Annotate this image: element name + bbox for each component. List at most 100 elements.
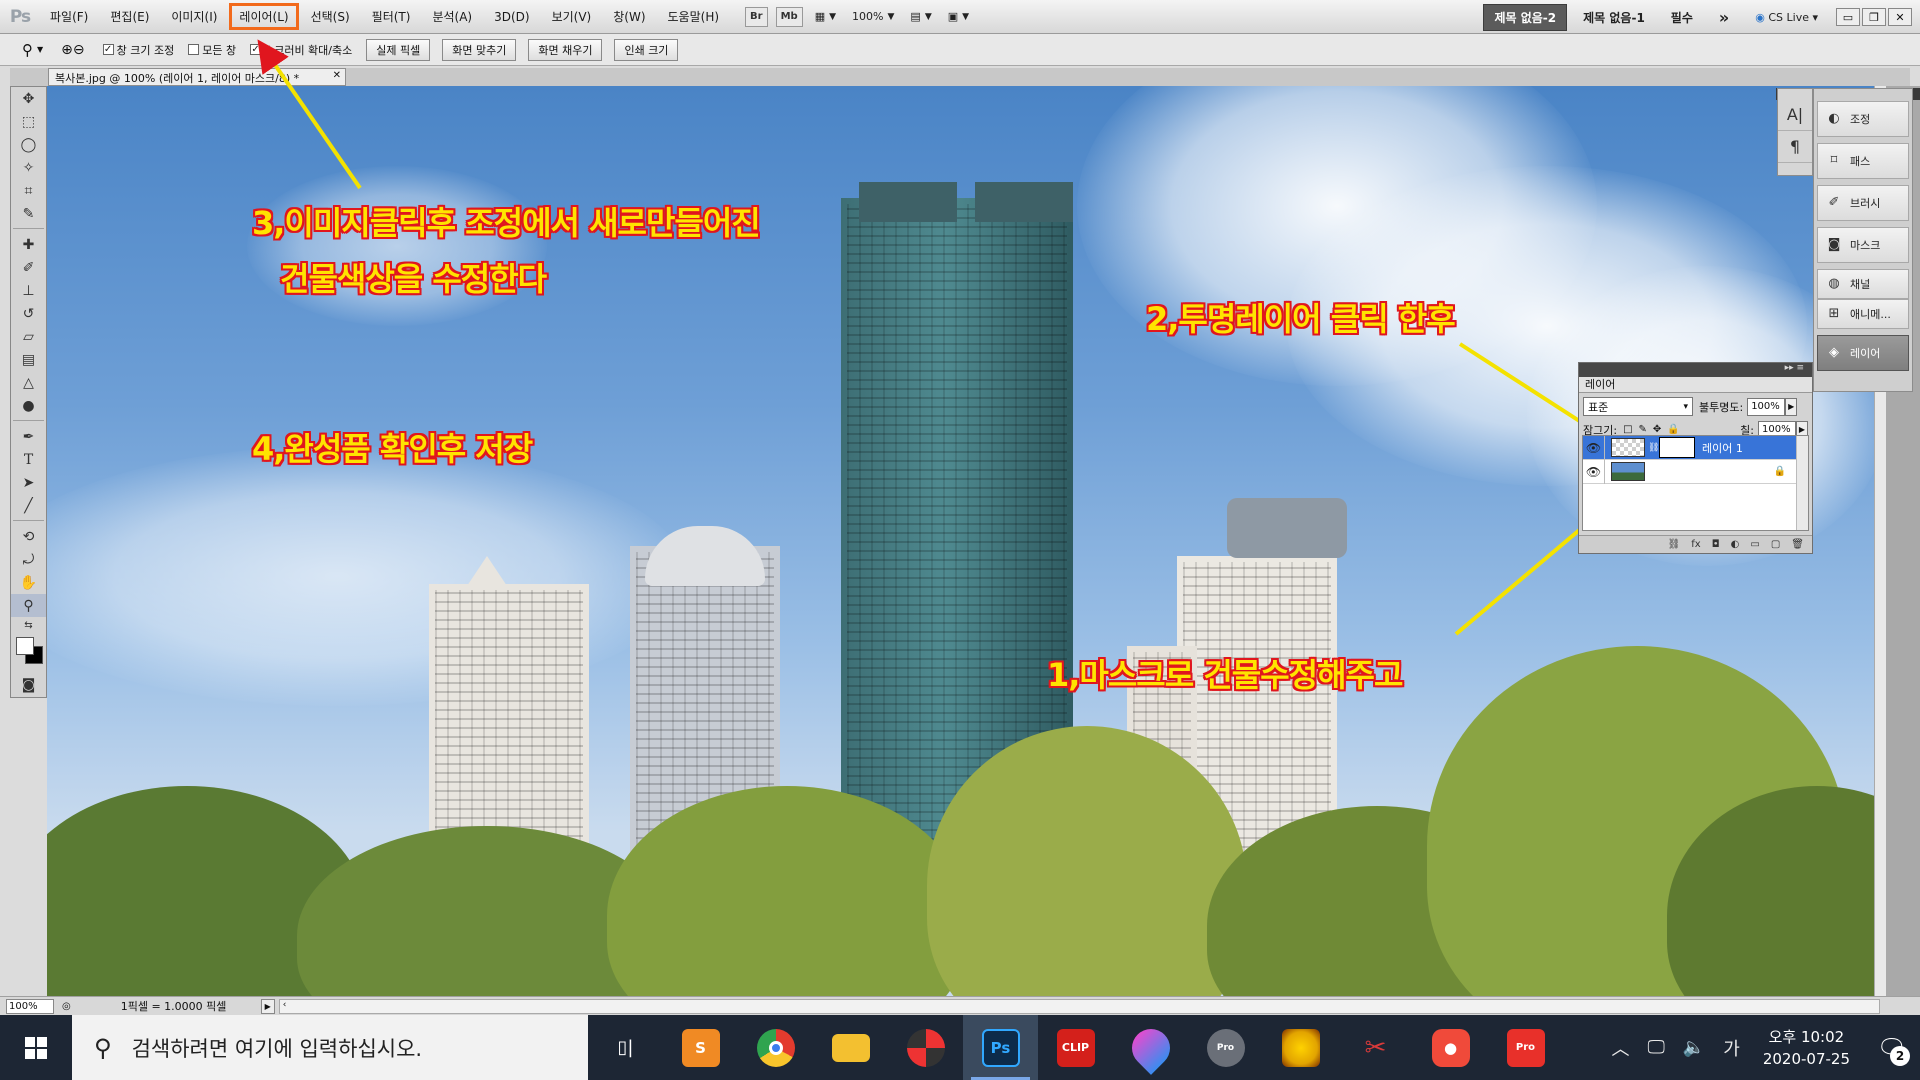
task-view-button[interactable]: ▯|	[588, 1015, 663, 1080]
menu-window[interactable]: 창(W)	[603, 3, 655, 30]
link-layers-icon[interactable]: ⛓	[1668, 539, 1681, 550]
zoom-in-icon[interactable]: ⊕	[61, 42, 73, 58]
scrubby-zoom-checkbox[interactable]: ✓ 스크러비 확대/축소	[250, 42, 352, 58]
taskbar-app-scissors[interactable]: ✂	[1338, 1015, 1413, 1080]
checkbox-checked[interactable]: ✓	[102, 44, 114, 55]
marquee-tool-icon[interactable]: ⬚	[11, 110, 46, 133]
dock-layers[interactable]: ◈ 레이어	[1817, 335, 1909, 371]
layer-mask-thumbnail[interactable]	[1659, 437, 1695, 458]
taskbar-app-photoscape[interactable]	[888, 1015, 963, 1080]
menu-view[interactable]: 보기(V)	[542, 3, 602, 30]
link-icon[interactable]: ⛓	[1648, 443, 1659, 453]
taskbar-app-drop[interactable]	[1113, 1015, 1188, 1080]
blend-mode-select[interactable]: 표준 ▾	[1583, 397, 1693, 416]
color-swatches[interactable]	[11, 633, 46, 673]
dock-brush[interactable]: ✐ 브러시	[1817, 185, 1909, 221]
menu-select[interactable]: 선택(S)	[301, 3, 360, 30]
new-group-icon[interactable]: ▭	[1750, 539, 1759, 550]
3d-orbit-tool-icon[interactable]: ⤾	[11, 548, 46, 571]
horizontal-scrollbar[interactable]: ‹	[278, 998, 1880, 1014]
eraser-tool-icon[interactable]: ▱	[11, 325, 46, 348]
ime-indicator[interactable]: 가	[1723, 1035, 1740, 1061]
dock-adjustments[interactable]: ◐ 조정	[1817, 101, 1909, 137]
history-brush-tool-icon[interactable]: ↺	[11, 302, 46, 325]
line-tool-icon[interactable]: ╱	[11, 494, 46, 517]
cs-live-button[interactable]: ◉ CS Live ▾	[1745, 7, 1828, 28]
workspace-untitled-2[interactable]: 제목 없음-2	[1483, 3, 1568, 31]
collapse-icon[interactable]: ▸▸ ≡	[1785, 363, 1804, 373]
action-center-button[interactable]: 🗨 2	[1864, 1015, 1920, 1080]
chevron-up-icon[interactable]: ︿	[1611, 1035, 1629, 1061]
foreground-color-swatch[interactable]	[16, 637, 34, 655]
screen-mode-dropdown[interactable]: ▣ ▼	[948, 10, 969, 23]
type-tool-icon[interactable]: T	[11, 448, 46, 471]
minimize-button[interactable]: ▭	[1836, 8, 1860, 26]
taskbar-app-clip[interactable]: CLIP	[1038, 1015, 1113, 1080]
workspace-untitled-1[interactable]: 제목 없음-1	[1573, 5, 1655, 30]
brush-tool-icon[interactable]: ✐	[11, 256, 46, 279]
swap-colors-icon[interactable]: ⇆	[11, 617, 46, 633]
dock-channels[interactable]: ◍ 채널	[1817, 269, 1909, 299]
fit-screen-button[interactable]: 화면 맞추기	[442, 38, 517, 61]
document-tab[interactable]: 복사본.jpg @ 100% (레이어 1, 레이어 마스크/8) * ✕	[48, 68, 346, 86]
close-tab-icon[interactable]: ✕	[333, 70, 341, 81]
hand-tool-icon[interactable]: ✋	[11, 571, 46, 594]
gradient-tool-icon[interactable]: ▤	[11, 348, 46, 371]
fill-screen-button[interactable]: 화면 채우기	[528, 38, 603, 61]
character-panel-icon[interactable]: A|	[1778, 99, 1812, 131]
taskbar-app-burst[interactable]	[1263, 1015, 1338, 1080]
restore-button[interactable]: ❐	[1862, 8, 1886, 26]
bridge-button[interactable]: Br	[745, 6, 768, 27]
layer-list-scrollbar[interactable]	[1796, 436, 1808, 530]
menu-image[interactable]: 이미지(I)	[161, 3, 227, 30]
menu-edit[interactable]: 편집(E)	[100, 3, 159, 30]
zoom-tool-icon[interactable]: ⚲	[11, 594, 46, 617]
path-selection-tool-icon[interactable]: ➤	[11, 471, 46, 494]
layer-thumbnail-photo[interactable]	[1611, 462, 1645, 481]
dock-paths[interactable]: ⌑ 패스	[1817, 143, 1909, 179]
close-button[interactable]: ✕	[1888, 8, 1912, 26]
healing-brush-tool-icon[interactable]: ✚	[11, 233, 46, 256]
taskbar-search[interactable]: ⚲ 검색하려면 여기에 입력하십시오.	[72, 1015, 588, 1080]
eye-icon[interactable]: 👁	[1583, 435, 1605, 460]
status-menu-arrow[interactable]: ▶	[260, 998, 275, 1014]
actual-pixels-button[interactable]: 실제 픽셀	[366, 38, 431, 61]
status-zoom-field[interactable]: 100%	[6, 998, 54, 1014]
menu-help[interactable]: 도움말(H)	[658, 3, 730, 30]
eye-icon[interactable]: 👁	[1583, 459, 1605, 484]
clone-stamp-tool-icon[interactable]: ⊥	[11, 279, 46, 302]
layer-thumbnail-transparent[interactable]	[1611, 438, 1645, 457]
trash-icon[interactable]: 🗑	[1791, 539, 1804, 550]
network-icon[interactable]: 🖵	[1647, 1037, 1664, 1058]
menu-3d[interactable]: 3D(D)	[484, 5, 539, 29]
taskbar-app-crop-pro[interactable]: Pro	[1488, 1015, 1563, 1080]
quick-mask-icon[interactable]: ◙	[11, 673, 46, 696]
volume-icon[interactable]: 🔈	[1683, 1037, 1705, 1058]
checkbox-unchecked[interactable]	[188, 44, 200, 55]
layers-panel-titlebar[interactable]: ▸▸ ≡	[1579, 363, 1812, 377]
adjustment-layer-icon[interactable]: ◐	[1731, 539, 1740, 550]
lock-icons[interactable]: □✎✥🔒	[1623, 424, 1686, 435]
status-info-icon[interactable]: ◎	[62, 1001, 71, 1012]
arrange-documents-dropdown[interactable]: ▤ ▼	[910, 10, 931, 23]
checkbox-checked[interactable]: ✓	[250, 44, 262, 55]
lasso-tool-icon[interactable]: ◯	[11, 133, 46, 156]
3d-rotate-tool-icon[interactable]: ⟲	[11, 525, 46, 548]
all-windows-checkbox[interactable]: 모든 창	[188, 42, 236, 58]
workspace-overflow-button[interactable]: »	[1709, 4, 1739, 31]
opacity-slider-toggle[interactable]: ▶	[1785, 397, 1798, 416]
eyedropper-tool-icon[interactable]: ✎	[11, 202, 46, 225]
taskbar-app-camera[interactable]: ●	[1413, 1015, 1488, 1080]
zoom-in-out-toggle[interactable]: ⊕ ⊖	[61, 42, 84, 58]
taskbar-app-globe-pro[interactable]: Pro	[1188, 1015, 1263, 1080]
menu-filter[interactable]: 필터(T)	[362, 3, 421, 30]
taskbar-app-chrome[interactable]	[738, 1015, 813, 1080]
menu-analysis[interactable]: 분석(A)	[422, 3, 482, 30]
layer-row-layer1[interactable]: 👁 ⛓ 레이어 1	[1583, 435, 1808, 460]
fx-icon[interactable]: fx	[1691, 539, 1700, 550]
view-extras-dropdown[interactable]: ▦ ▼	[815, 10, 836, 23]
zoom-tool-preset[interactable]: ⚲ ▼	[22, 41, 43, 59]
paragraph-panel-icon[interactable]: ¶	[1778, 131, 1812, 163]
dock-masks[interactable]: ◙ 마스크	[1817, 227, 1909, 263]
pen-tool-icon[interactable]: ✒	[11, 425, 46, 448]
